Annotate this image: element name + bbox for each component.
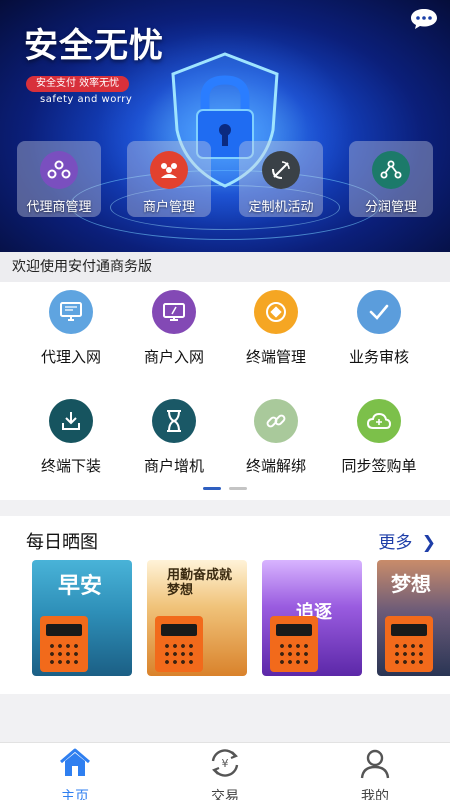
pager-indicator[interactable]: [0, 487, 450, 491]
quick-custom-device-activity[interactable]: 定制机活动: [239, 141, 323, 217]
quick-tile-label: 商户管理: [142, 200, 195, 215]
screen-icon: [152, 290, 196, 334]
pager-dot-active: [203, 487, 221, 490]
monitor-icon: [49, 290, 93, 334]
tab-profile[interactable]: 我的: [335, 747, 415, 800]
daily-title: 每日晒图: [26, 532, 98, 553]
pager-dot: [229, 487, 247, 490]
poster-2[interactable]: 用勤奋成就梦想: [147, 560, 247, 676]
poster-3[interactable]: 追逐: [262, 560, 362, 676]
satellite-icon: [262, 151, 300, 189]
poster-word: 早安: [58, 574, 103, 599]
function-grid: 代理入网 商户入网 终端管理 业务审核 终端下装 商户增机 终端解绑 同步签购单: [0, 282, 450, 500]
quick-tile-label: 定制机活动: [248, 200, 314, 215]
grid-label: 同步签购单: [341, 457, 417, 475]
more-label: 更多: [378, 533, 413, 553]
tab-home[interactable]: 主页: [35, 747, 115, 800]
people-icon: [150, 151, 188, 189]
tab-label: 主页: [61, 789, 89, 800]
banner-badge: 安全支付 效率无忧: [26, 76, 130, 92]
banner-subtitle: safety and worry: [40, 94, 133, 105]
quick-tile-label: 分润管理: [364, 200, 417, 215]
bottom-tab-bar: 主页 ¥ 交易 我的: [0, 742, 450, 800]
exchange-icon: ¥: [211, 749, 239, 777]
more-link[interactable]: 更多 ❯: [378, 528, 436, 553]
poster-word: 用勤奋成就梦想: [167, 568, 233, 598]
grid-agent-onboarding[interactable]: 代理入网: [15, 290, 127, 367]
grid-label: 代理入网: [40, 348, 101, 366]
tab-transactions[interactable]: ¥ 交易: [185, 747, 265, 800]
chevron-right-icon: ❯: [421, 533, 436, 553]
grid-label: 商户入网: [143, 348, 204, 366]
pos-terminal-image: [155, 616, 203, 672]
grid-merchant-onboarding[interactable]: 商户入网: [118, 290, 230, 367]
tab-label: 交易: [211, 789, 239, 800]
coin-icon: [254, 290, 298, 334]
daily-pictures-section: 每日晒图 更多 ❯ 早安 用勤奋成就梦想 追逐 梦想: [0, 516, 450, 694]
poster-word: 梦想: [391, 572, 431, 596]
hero-banner[interactable]: 安全无忧 安全支付 效率无忧 safety and worry 代理商管理 商户…: [0, 0, 450, 252]
quick-tile-label: 代理商管理: [26, 200, 92, 215]
quick-agent-management[interactable]: 代理商管理: [17, 141, 101, 217]
cloud-icon: [357, 399, 401, 443]
link-icon: [254, 399, 298, 443]
grid-label: 商户增机: [143, 457, 204, 475]
check-icon: [357, 290, 401, 334]
grid-label: 终端管理: [245, 348, 306, 366]
grid-terminal-download[interactable]: 终端下装: [15, 399, 127, 476]
welcome-text: 欢迎使用安付通商务版: [0, 252, 450, 282]
poster-1[interactable]: 早安: [32, 560, 132, 676]
pos-terminal-image: [385, 616, 433, 672]
grid-terminal-management[interactable]: 终端管理: [220, 290, 332, 367]
pos-terminal-image: [270, 616, 318, 672]
quick-merchant-management[interactable]: 商户管理: [127, 141, 211, 217]
circles-icon: [40, 151, 78, 189]
poster-4[interactable]: 梦想: [377, 560, 450, 676]
svg-text:¥: ¥: [222, 757, 229, 770]
grid-sync-receipt[interactable]: 同步签购单: [323, 399, 435, 476]
grid-label: 业务审核: [348, 348, 409, 366]
user-icon: [360, 749, 390, 779]
banner-title: 安全无忧: [24, 26, 164, 66]
chat-icon[interactable]: [410, 8, 438, 30]
tab-label: 我的: [361, 789, 389, 800]
grid-label: 终端解绑: [245, 457, 306, 475]
grid-merchant-add-device[interactable]: 商户增机: [118, 399, 230, 476]
grid-business-review[interactable]: 业务审核: [323, 290, 435, 367]
pos-terminal-image: [40, 616, 88, 672]
download-icon: [49, 399, 93, 443]
hourglass-icon: [152, 399, 196, 443]
grid-label: 终端下装: [40, 457, 101, 475]
home-icon: [60, 748, 90, 776]
quick-profit-sharing[interactable]: 分润管理: [349, 141, 433, 217]
share-icon: [372, 151, 410, 189]
grid-terminal-unbind[interactable]: 终端解绑: [220, 399, 332, 476]
